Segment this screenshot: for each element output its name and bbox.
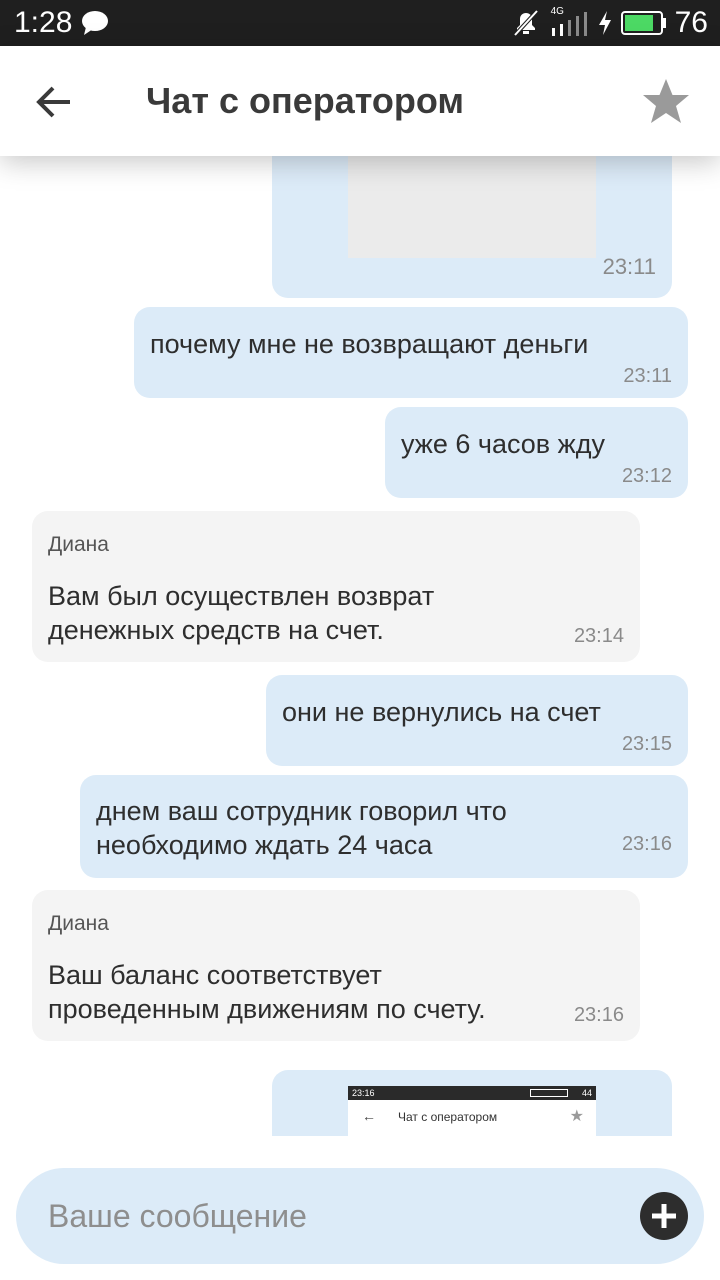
outgoing-message[interactable]: днем ваш сотрудник говорил что необходим…	[80, 775, 688, 878]
message-text: уже 6 часов жду	[401, 429, 605, 459]
incoming-message[interactable]: Диана Вам был осуществлен возврат денежн…	[32, 511, 640, 662]
thumbnail-time: 23:16	[352, 1088, 375, 1098]
sender-name: Диана	[48, 533, 109, 556]
message-time: 23:14	[573, 625, 624, 647]
message-time: 23:16	[573, 1004, 624, 1026]
image-message[interactable]: 23:16 44 ← Чат с оператором ★	[272, 1070, 672, 1136]
battery-level: 76	[674, 6, 708, 39]
charging-icon	[598, 11, 611, 35]
thumbnail-title: Чат с оператором	[398, 1110, 498, 1124]
image-message[interactable]: 23:11	[272, 156, 672, 298]
message-text: они не вернулись на счет	[282, 697, 601, 727]
status-right: 4G 76	[511, 6, 708, 40]
arrow-back-icon	[36, 86, 70, 118]
message-text-line: днем ваш сотрудник говорил что	[96, 796, 507, 826]
plus-icon	[652, 1204, 676, 1228]
message-time: 23:12	[621, 465, 672, 487]
thumbnail-status-icons	[530, 1089, 568, 1097]
thumbnail-back-icon: ←	[362, 1108, 376, 1124]
message-text-line: денежных средств на счет.	[48, 615, 384, 645]
image-preview[interactable]: 23:16 44 ← Чат с оператором ★	[348, 1086, 596, 1136]
message-notification-icon	[82, 11, 108, 35]
thumbnail-battery: 44	[581, 1088, 592, 1098]
add-attachment-button[interactable]	[640, 1192, 688, 1240]
message-text-line: Ваш баланс соответствует	[48, 960, 382, 990]
thumbnail-app-bar: ← Чат с оператором ★	[348, 1100, 596, 1136]
outgoing-message[interactable]: уже 6 часов жду 23:12	[385, 407, 688, 498]
status-time: 1:28	[14, 6, 73, 39]
signal-icon	[551, 12, 587, 36]
message-time: 23:15	[621, 733, 672, 755]
message-time: 23:11	[623, 365, 672, 387]
signal-indicator: 4G	[549, 6, 589, 38]
message-time: 23:16	[621, 833, 672, 855]
message-time: 23:11	[602, 254, 656, 279]
status-bar: 1:28 4G 76	[0, 0, 720, 46]
outgoing-message[interactable]: они не вернулись на счет 23:15	[266, 675, 688, 766]
message-text-line: Вам был осуществлен возврат	[48, 581, 435, 611]
mute-icon	[513, 9, 539, 37]
back-button[interactable]	[28, 76, 80, 128]
thumbnail-status-bar: 23:16 44	[348, 1086, 596, 1100]
message-text-line: необходимо ждать 24 часа	[96, 830, 433, 860]
app-bar: Чат с оператором	[0, 46, 720, 156]
thumbnail-star-icon: ★	[569, 1108, 584, 1125]
message-composer	[16, 1168, 704, 1264]
message-input[interactable]	[48, 1190, 608, 1242]
battery-icon	[620, 11, 666, 35]
page-title: Чат с оператором	[146, 80, 465, 121]
star-icon	[643, 79, 689, 123]
message-text: почему мне не возвращают деньги	[150, 329, 589, 359]
image-preview[interactable]	[348, 156, 596, 258]
outgoing-message[interactable]: почему мне не возвращают деньги 23:11	[134, 307, 688, 398]
incoming-message[interactable]: Диана Ваш баланс соответствует проведенн…	[32, 890, 640, 1041]
chat-area[interactable]: 23:11 почему мне не возвращают деньги 23…	[0, 156, 720, 1136]
message-text-line: проведенным движениям по счету.	[48, 994, 486, 1024]
favorite-button[interactable]	[640, 76, 692, 128]
sender-name: Диана	[48, 912, 109, 935]
